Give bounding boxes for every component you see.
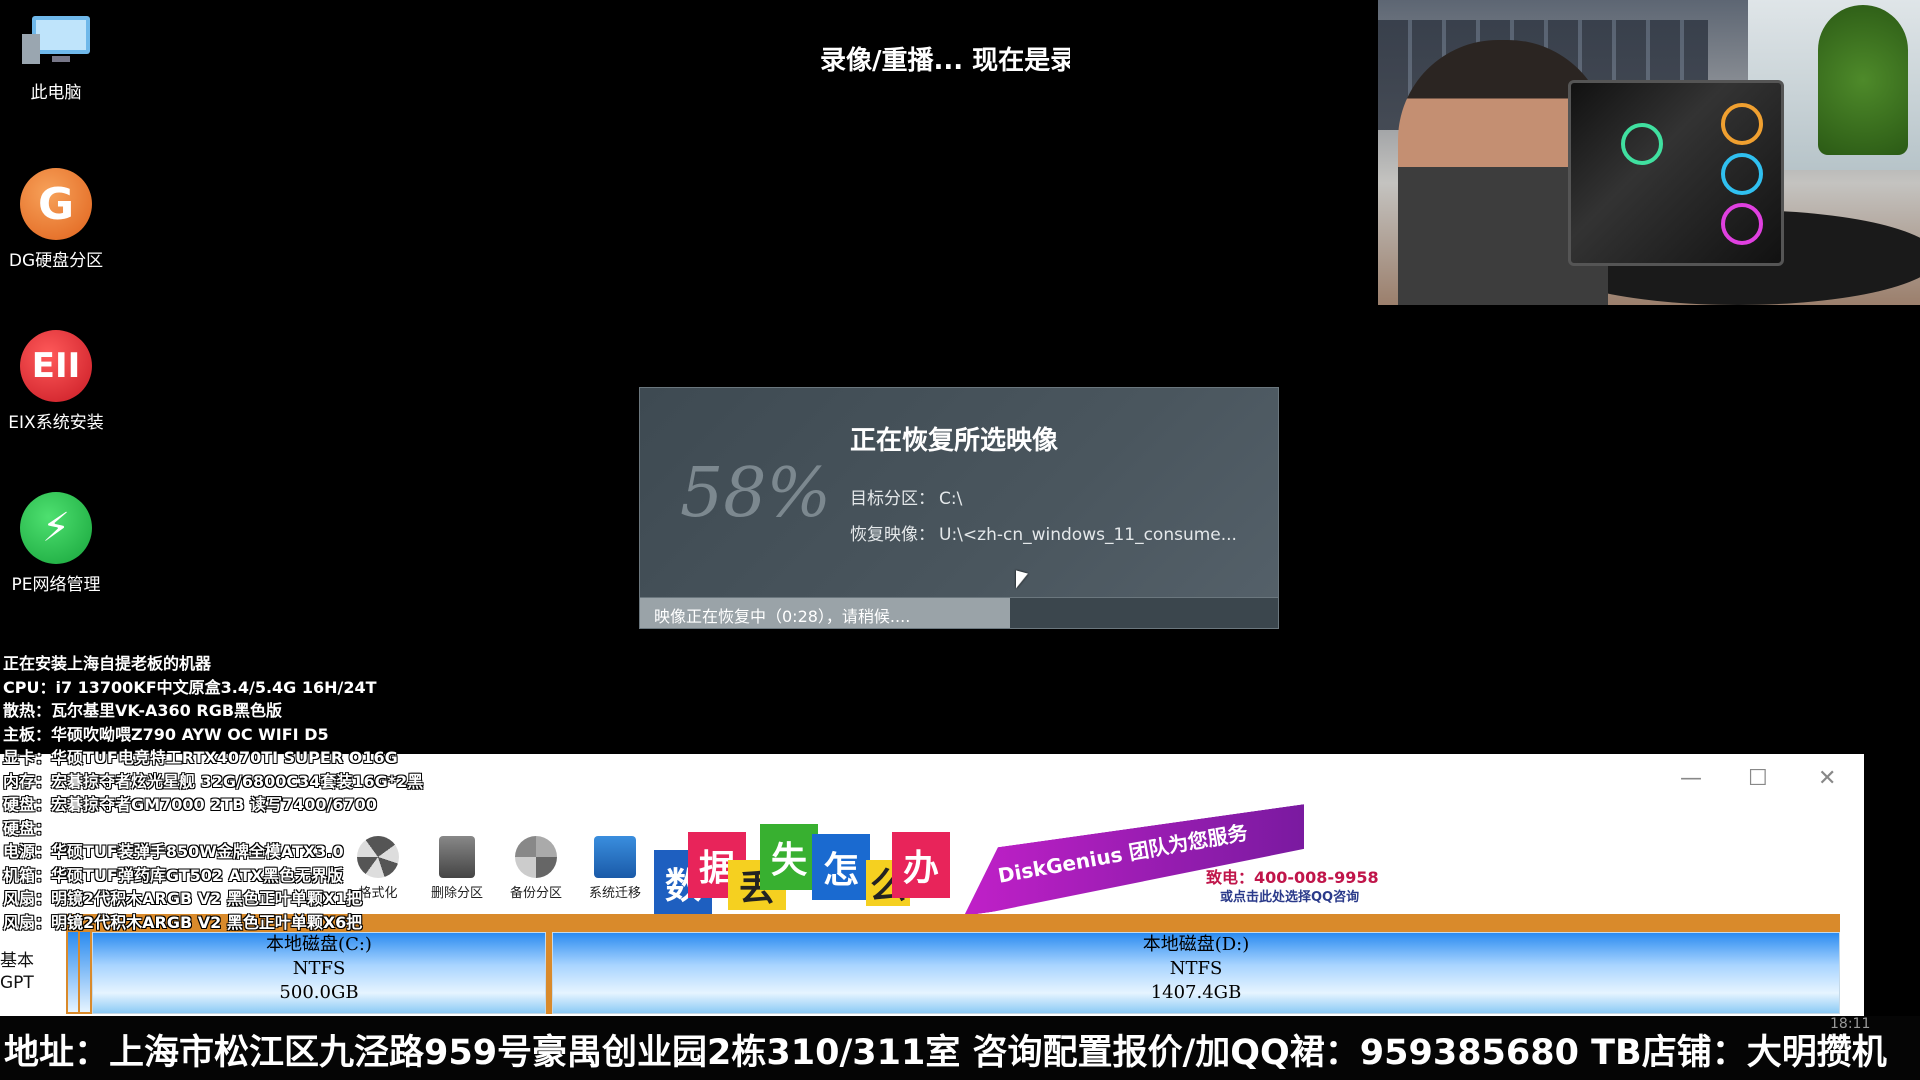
spec-line: 散热：瓦尔基里VK-A360 RGB黑色版 xyxy=(3,701,283,720)
ticker-text: 地址：上海市松江区九泾路959号豪禺创业园2栋310/311室 咨询配置报价/加… xyxy=(4,1033,1887,1073)
address-ticker: 地址：上海市松江区九泾路959号豪禺创业园2栋310/311室 咨询配置报价/加… xyxy=(0,1016,1920,1080)
spec-line: 正在安装上海自提老板的机器 xyxy=(3,654,212,673)
close-button[interactable]: ✕ xyxy=(1818,766,1836,791)
desktop-icon-label: DG硬盘分区 xyxy=(8,251,104,271)
partition-fs: NTFS xyxy=(292,958,346,979)
spec-line: 风扇：明镜2代积木ARGB V2 黑色正叶单颗X1把 xyxy=(3,889,363,908)
spec-line: 内存：宏碁掠夺者炫光星舰 32G/6800C34套装16G*2黑 xyxy=(3,771,424,791)
partition-name: 本地磁盘(D:) xyxy=(1142,934,1250,955)
mouse-cursor-icon xyxy=(1016,570,1028,592)
ad-char: 办 xyxy=(892,832,950,898)
disk-label-gpt: GPT xyxy=(0,973,34,993)
system-migrate-icon xyxy=(594,836,636,878)
desktop-icon-label: 此电脑 xyxy=(30,83,82,103)
desktop-icon-pe[interactable]: ⚡ PE网络管理 xyxy=(0,492,112,595)
partition-size: 500.0GB xyxy=(279,982,359,1003)
computer-icon xyxy=(18,12,94,72)
spec-line: 电源：华硕TUF装弹手850W金牌全模ATX3.0 xyxy=(3,842,344,861)
maximize-button[interactable]: ☐ xyxy=(1748,766,1768,791)
eix-icon: EII xyxy=(20,330,92,402)
small-partition[interactable] xyxy=(68,932,78,1012)
desktop-icon-eix[interactable]: EII EIX系统安装 xyxy=(0,330,112,433)
progress-status: 映像正在恢复中（0:28），请稍候.... xyxy=(654,607,911,626)
target-value: C:\ xyxy=(939,489,963,509)
partition-name: 本地磁盘(C:) xyxy=(266,934,372,955)
ad-char: 怎 xyxy=(812,834,870,900)
toolbar-label: 删除分区 xyxy=(430,886,483,901)
backup-partition-icon xyxy=(515,836,557,878)
toolbar-backup-partition-button[interactable]: 备份分区 xyxy=(501,836,571,901)
partition-d[interactable]: 本地磁盘(D:) NTFS 1407.4GB xyxy=(552,932,1840,1014)
disk-type-label: 基本 GPT xyxy=(0,950,34,994)
delete-partition-icon xyxy=(439,836,475,878)
disk-label-basic: 基本 xyxy=(0,951,34,971)
partition-fs: NTFS xyxy=(1169,958,1223,979)
diskgenius-icon: G xyxy=(20,168,92,240)
partition-size: 1407.4GB xyxy=(1150,982,1242,1003)
spec-line: 硬盘：宏碁掠夺者GM7000 2TB 读写7400/6700 xyxy=(3,795,377,814)
small-partition[interactable] xyxy=(80,932,90,1012)
progress-percent: 58% xyxy=(680,454,832,533)
spec-line: CPU：i7 13700KF中文原盒3.4/5.4G 16H/24T xyxy=(3,677,377,697)
promo-qq-link[interactable]: 或点击此处选择QQ咨询 xyxy=(1220,886,1359,905)
restore-dialog: 58% 正在恢复所选映像 目标分区： C:\ 恢复映像： U:\<zh-cn_win… xyxy=(639,387,1279,629)
desktop-icon-dg[interactable]: G DG硬盘分区 xyxy=(0,168,112,271)
toolbar-label: 系统迁移 xyxy=(588,886,641,901)
desktop-icon-label: EIX系统安装 xyxy=(8,413,104,433)
image-value: U:\<zh-cn_windows_11_consume... xyxy=(939,525,1237,545)
partition-c[interactable]: 本地磁盘(C:) NTFS 500.0GB xyxy=(92,932,546,1014)
spec-line: 风扇：明镜2代积木ARGB V2 黑色正叶单颗X6把 xyxy=(3,912,363,932)
spec-line: 硬盘： xyxy=(3,818,52,838)
spec-line: 机箱：华硕TUF弹药库GT502 ATX黑色无界版 xyxy=(3,865,343,885)
spec-line: 显卡：华硕TUF电竞特工RTX4070TI SUPER O16G xyxy=(3,748,398,767)
desktop-icon-this-pc[interactable]: 此电脑 xyxy=(0,12,112,103)
minimize-button[interactable]: — xyxy=(1680,766,1702,791)
image-label: 恢复映像： xyxy=(850,525,935,545)
promo-phone: 致电：400-008-9958 xyxy=(1206,868,1379,887)
dialog-title: 正在恢复所选映像 xyxy=(850,426,1059,456)
top-caption: 录像/重播... 现在是录 xyxy=(820,46,1070,76)
desktop-icon-label: PE网络管理 xyxy=(11,575,101,595)
toolbar-system-migrate-button[interactable]: 系统迁移 xyxy=(580,836,650,901)
taskbar-clock: 18:11 xyxy=(1830,1016,1871,1032)
target-label: 目标分区： xyxy=(850,489,935,509)
toolbar-label: 备份分区 xyxy=(509,886,562,901)
ad-char: 失 xyxy=(760,824,818,890)
pe-network-icon: ⚡ xyxy=(20,492,92,564)
spec-line: 主板：华硕吹呦喂Z790 AYW OC WIFI D5 xyxy=(3,724,329,744)
webcam-video xyxy=(1378,0,1920,305)
toolbar-delete-partition-button[interactable]: 删除分区 xyxy=(422,836,492,901)
target-partition-row: 目标分区： C:\ xyxy=(850,484,962,509)
progress-bar: 映像正在恢复中（0:28），请稍候.... xyxy=(640,597,1278,628)
restore-image-row: 恢复映像： U:\<zh-cn_windows_11_consume... xyxy=(850,520,1237,545)
spec-list: 正在安装上海自提老板的机器 CPU：i7 13700KF中文原盒3.4/5.4G… xyxy=(3,652,423,934)
